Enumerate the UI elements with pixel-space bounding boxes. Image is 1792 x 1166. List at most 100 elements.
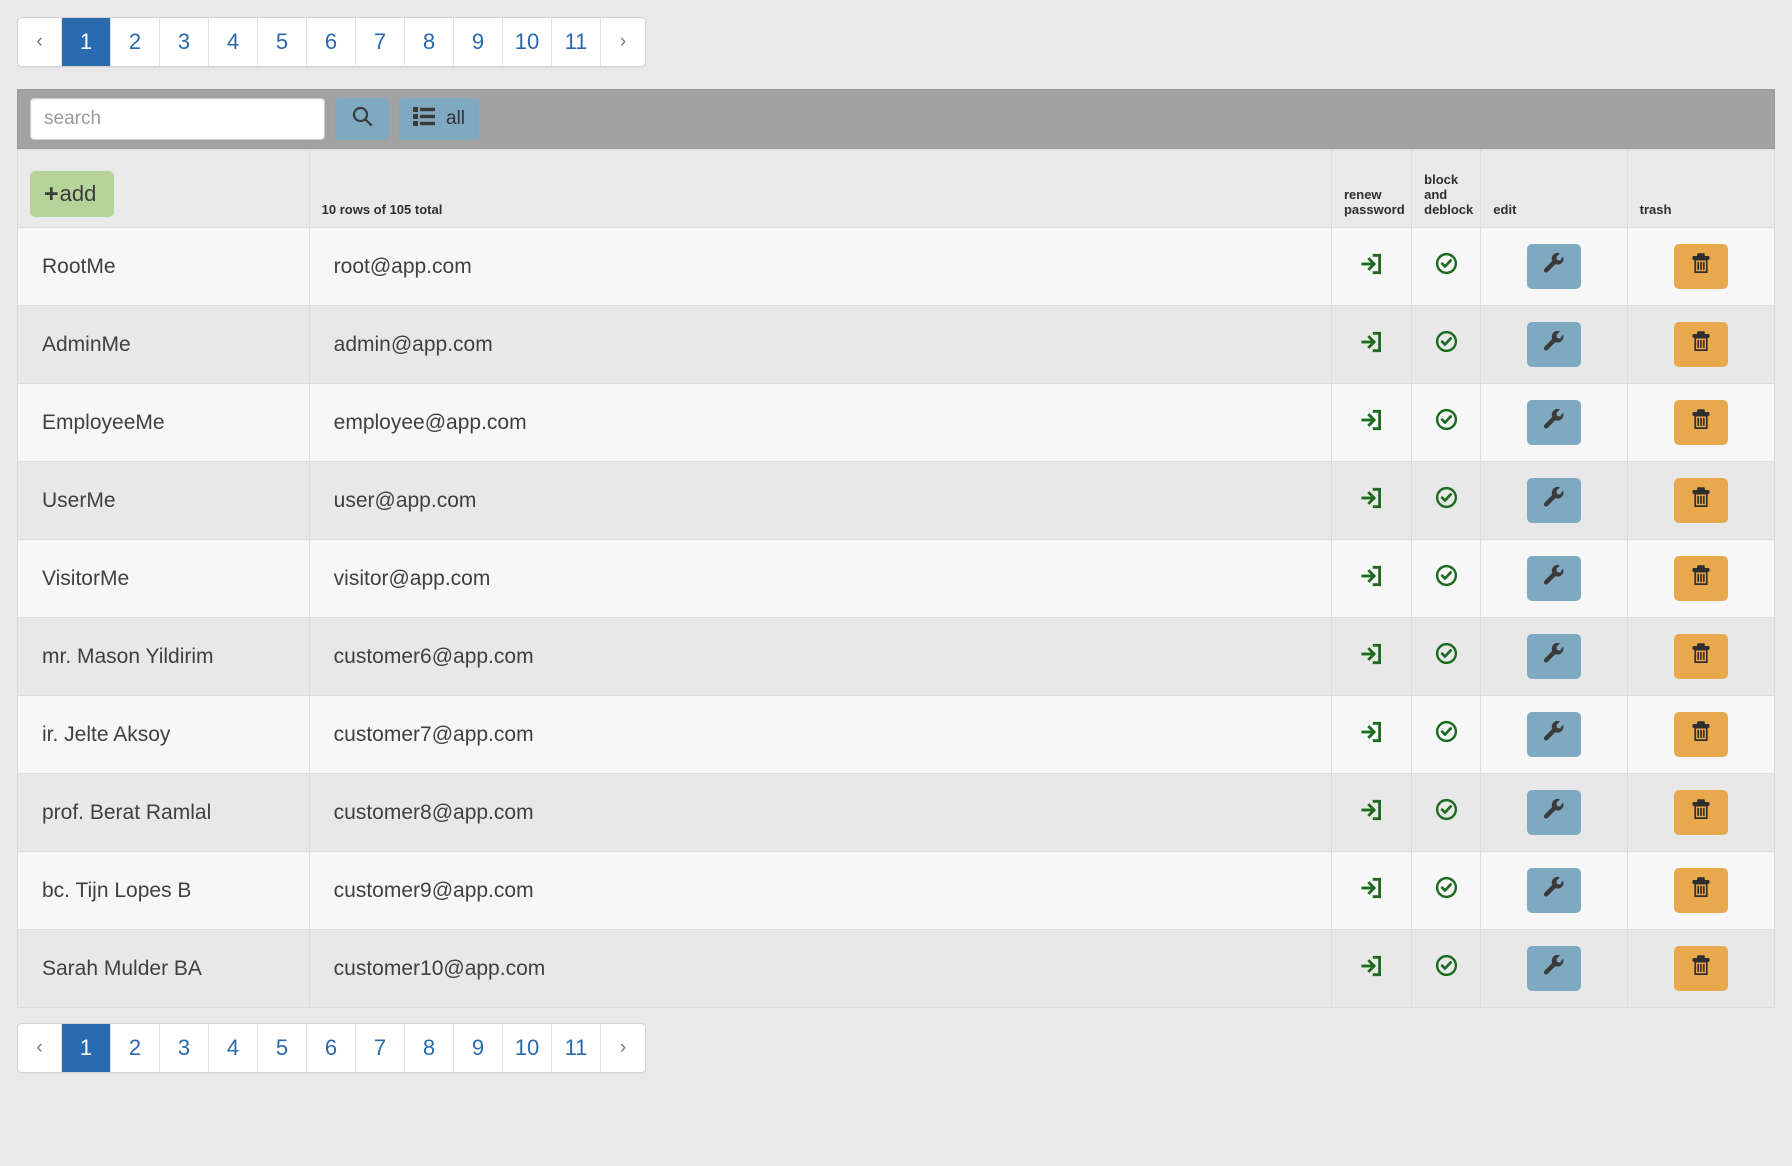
- edit-button[interactable]: [1526, 868, 1581, 913]
- table-row: prof. Berat Ramlal customer8@app.com: [17, 773, 1776, 852]
- edit-button[interactable]: [1526, 712, 1581, 757]
- cell-name: ir. Jelte Aksoy: [17, 695, 310, 774]
- wrench-icon: [1541, 251, 1566, 282]
- pagination-top[interactable]: ‹ 1 2 3 4 5 6 7 8 9 10 11 ›: [17, 17, 646, 67]
- pagination-top-page-1[interactable]: 1: [62, 18, 111, 66]
- edit-button[interactable]: [1526, 244, 1581, 289]
- pagination-bottom-next[interactable]: ›: [601, 1024, 645, 1072]
- cell-block-deblock: [1411, 305, 1482, 384]
- sign-in-icon[interactable]: [1359, 875, 1385, 901]
- pagination-top-page-3[interactable]: 3: [160, 18, 209, 66]
- delete-button[interactable]: [1673, 868, 1728, 913]
- search-input[interactable]: [30, 98, 325, 140]
- check-circle-icon[interactable]: [1434, 953, 1459, 978]
- cell-block-deblock: [1411, 461, 1482, 540]
- sign-in-icon[interactable]: [1359, 329, 1385, 355]
- table-header-row: + add 10 rows of 105 total renew passwor…: [17, 149, 1776, 228]
- check-circle-icon[interactable]: [1434, 719, 1459, 744]
- edit-button[interactable]: [1526, 946, 1581, 991]
- pagination-bottom-page-10[interactable]: 10: [503, 1024, 552, 1072]
- trash-icon: [1689, 563, 1713, 594]
- edit-button[interactable]: [1526, 634, 1581, 679]
- pagination-bottom-prev[interactable]: ‹: [18, 1024, 62, 1072]
- delete-button[interactable]: [1673, 244, 1728, 289]
- pagination-top-page-2[interactable]: 2: [111, 18, 160, 66]
- check-circle-icon[interactable]: [1434, 251, 1459, 276]
- check-circle-icon[interactable]: [1434, 563, 1459, 588]
- list-icon: [413, 106, 435, 132]
- filter-all-button[interactable]: all: [399, 98, 480, 140]
- edit-button[interactable]: [1526, 478, 1581, 523]
- header-trash-label: trash: [1639, 202, 1672, 217]
- cell-email: customer7@app.com: [308, 695, 1332, 774]
- delete-button[interactable]: [1673, 400, 1728, 445]
- check-circle-icon[interactable]: [1434, 641, 1459, 666]
- pagination-bottom-page-9[interactable]: 9: [454, 1024, 503, 1072]
- cell-email: visitor@app.com: [308, 539, 1332, 618]
- edit-button[interactable]: [1526, 322, 1581, 367]
- pagination-top-page-8[interactable]: 8: [405, 18, 454, 66]
- pagination-top-page-9[interactable]: 9: [454, 18, 503, 66]
- cell-renew-password: [1330, 695, 1413, 774]
- trash-icon: [1689, 251, 1713, 282]
- check-circle-icon[interactable]: [1434, 329, 1459, 354]
- delete-button[interactable]: [1673, 556, 1728, 601]
- cell-trash: [1626, 383, 1776, 462]
- delete-button[interactable]: [1673, 790, 1728, 835]
- wrench-icon: [1541, 485, 1566, 516]
- pagination-bottom-page-3[interactable]: 3: [160, 1024, 209, 1072]
- sign-in-icon[interactable]: [1359, 485, 1385, 511]
- pagination-bottom-page-1[interactable]: 1: [62, 1024, 111, 1072]
- delete-button[interactable]: [1673, 946, 1728, 991]
- pagination-top-page-4[interactable]: 4: [209, 18, 258, 66]
- sign-in-icon[interactable]: [1359, 251, 1385, 277]
- check-circle-icon[interactable]: [1434, 875, 1459, 900]
- pagination-bottom[interactable]: ‹ 1 2 3 4 5 6 7 8 9 10 11 ›: [17, 1023, 646, 1073]
- sign-in-icon[interactable]: [1359, 953, 1385, 979]
- pagination-bottom-page-7[interactable]: 7: [356, 1024, 405, 1072]
- delete-button[interactable]: [1673, 712, 1728, 757]
- pagination-bottom-page-2[interactable]: 2: [111, 1024, 160, 1072]
- edit-button[interactable]: [1526, 556, 1581, 601]
- sign-in-icon[interactable]: [1359, 407, 1385, 433]
- header-renew-password: renew password: [1330, 149, 1413, 228]
- trash-icon: [1689, 485, 1713, 516]
- pagination-bottom-page-5[interactable]: 5: [258, 1024, 307, 1072]
- cell-trash: [1626, 617, 1776, 696]
- pagination-top-page-5[interactable]: 5: [258, 18, 307, 66]
- edit-button[interactable]: [1526, 400, 1581, 445]
- sign-in-icon[interactable]: [1359, 797, 1385, 823]
- cell-email: customer10@app.com: [308, 929, 1332, 1008]
- wrench-icon: [1541, 641, 1566, 672]
- cell-edit: [1480, 461, 1628, 540]
- delete-button[interactable]: [1673, 478, 1728, 523]
- wrench-icon: [1541, 719, 1566, 750]
- check-circle-icon[interactable]: [1434, 797, 1459, 822]
- cell-name: AdminMe: [17, 305, 310, 384]
- delete-button[interactable]: [1673, 322, 1728, 367]
- pagination-top-next[interactable]: ›: [601, 18, 645, 66]
- pagination-top-page-10[interactable]: 10: [503, 18, 552, 66]
- check-circle-icon[interactable]: [1434, 485, 1459, 510]
- pagination-top-page-7[interactable]: 7: [356, 18, 405, 66]
- cell-trash: [1626, 929, 1776, 1008]
- cell-trash: [1626, 461, 1776, 540]
- pagination-top-page-11[interactable]: 11: [552, 18, 601, 66]
- search-button[interactable]: [335, 98, 389, 140]
- pagination-bottom-page-8[interactable]: 8: [405, 1024, 454, 1072]
- pagination-top-prev[interactable]: ‹: [18, 18, 62, 66]
- wrench-icon: [1541, 953, 1566, 984]
- sign-in-icon[interactable]: [1359, 641, 1385, 667]
- add-button[interactable]: + add: [30, 171, 115, 217]
- delete-button[interactable]: [1673, 634, 1728, 679]
- sign-in-icon[interactable]: [1359, 563, 1385, 589]
- header-edit-label: edit: [1493, 202, 1517, 217]
- sign-in-icon[interactable]: [1359, 719, 1385, 745]
- pagination-bottom-page-11[interactable]: 11: [552, 1024, 601, 1072]
- table-row: bc. Tijn Lopes Bcustomer9@app.com: [17, 851, 1776, 930]
- check-circle-icon[interactable]: [1434, 407, 1459, 432]
- pagination-bottom-page-4[interactable]: 4: [209, 1024, 258, 1072]
- pagination-bottom-page-6[interactable]: 6: [307, 1024, 356, 1072]
- edit-button[interactable]: [1526, 790, 1581, 835]
- pagination-top-page-6[interactable]: 6: [307, 18, 356, 66]
